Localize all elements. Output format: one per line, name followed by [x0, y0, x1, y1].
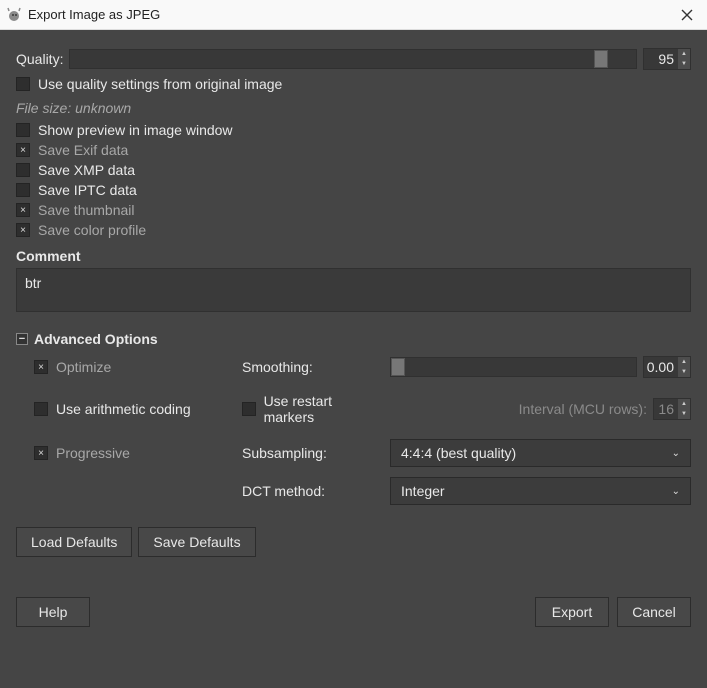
- chevron-down-icon: ⌄: [672, 486, 680, 497]
- smoothing-value[interactable]: 0.00: [644, 357, 678, 377]
- checkbox-icon[interactable]: [16, 183, 30, 197]
- check-optimize[interactable]: × Optimize: [34, 359, 234, 375]
- checkbox-icon[interactable]: [16, 123, 30, 137]
- check-label: Progressive: [56, 445, 130, 461]
- check-save-exif[interactable]: × Save Exif data: [16, 142, 691, 158]
- window-title: Export Image as JPEG: [28, 7, 675, 22]
- dropdown-value: 4:4:4 (best quality): [401, 445, 516, 461]
- help-button[interactable]: Help: [16, 597, 90, 627]
- load-defaults-button[interactable]: Load Defaults: [16, 527, 132, 557]
- checkbox-icon[interactable]: [16, 163, 30, 177]
- check-label: Save IPTC data: [38, 182, 137, 198]
- export-button[interactable]: Export: [535, 597, 609, 627]
- save-defaults-button[interactable]: Save Defaults: [138, 527, 255, 557]
- slider-thumb[interactable]: [391, 358, 405, 376]
- quality-row: Quality: 95 ▲ ▼: [16, 48, 691, 70]
- quality-label: Quality:: [16, 51, 63, 67]
- spin-up-icon: ▲: [678, 399, 690, 409]
- check-label: Show preview in image window: [38, 122, 233, 138]
- checkbox-icon[interactable]: ×: [34, 360, 48, 374]
- check-progressive[interactable]: × Progressive: [34, 445, 234, 461]
- check-save-color-profile[interactable]: × Save color profile: [16, 222, 691, 238]
- slider-thumb[interactable]: [594, 50, 608, 68]
- checkbox-icon[interactable]: [242, 402, 256, 416]
- spin-down-icon[interactable]: ▼: [678, 367, 690, 377]
- collapse-icon[interactable]: −: [16, 333, 28, 345]
- comment-textarea[interactable]: [16, 268, 691, 312]
- checkbox-icon[interactable]: ×: [16, 143, 30, 157]
- checkbox-icon[interactable]: ×: [16, 203, 30, 217]
- check-save-iptc[interactable]: Save IPTC data: [16, 182, 691, 198]
- checkbox-icon[interactable]: ×: [34, 446, 48, 460]
- subsampling-label: Subsampling:: [242, 445, 382, 461]
- dct-label: DCT method:: [242, 483, 382, 499]
- quality-value[interactable]: 95: [644, 49, 678, 69]
- checkbox-icon[interactable]: [34, 402, 48, 416]
- check-label: Save color profile: [38, 222, 146, 238]
- spin-down-icon: ▼: [678, 409, 690, 419]
- spin-up-icon[interactable]: ▲: [678, 357, 690, 367]
- interval-spin: 16 ▲ ▼: [653, 398, 691, 420]
- cancel-button[interactable]: Cancel: [617, 597, 691, 627]
- check-save-xmp[interactable]: Save XMP data: [16, 162, 691, 178]
- checkbox-icon[interactable]: ×: [16, 223, 30, 237]
- subsampling-dropdown[interactable]: 4:4:4 (best quality) ⌄: [390, 439, 691, 467]
- smoothing-label: Smoothing:: [242, 359, 382, 375]
- check-preview[interactable]: Show preview in image window: [16, 122, 691, 138]
- check-label: Use quality settings from original image: [38, 76, 282, 92]
- check-label: Use restart markers: [264, 393, 382, 425]
- check-label: Optimize: [56, 359, 111, 375]
- advanced-toggle[interactable]: − Advanced Options: [16, 331, 691, 347]
- spin-up-icon[interactable]: ▲: [678, 49, 690, 59]
- quality-slider[interactable]: [69, 49, 637, 69]
- interval-label: Interval (MCU rows):: [519, 401, 647, 417]
- check-label: Use arithmetic coding: [56, 401, 191, 417]
- smoothing-slider[interactable]: [390, 357, 637, 377]
- check-label: Save XMP data: [38, 162, 135, 178]
- dropdown-value: Integer: [401, 483, 445, 499]
- interval-value: 16: [654, 399, 678, 419]
- titlebar: Export Image as JPEG: [0, 0, 707, 30]
- check-restart-markers[interactable]: Use restart markers: [242, 393, 382, 425]
- check-save-thumbnail[interactable]: × Save thumbnail: [16, 202, 691, 218]
- app-icon: [6, 7, 22, 23]
- check-arithmetic[interactable]: Use arithmetic coding: [34, 401, 234, 417]
- spin-down-icon[interactable]: ▼: [678, 59, 690, 69]
- check-use-original[interactable]: Use quality settings from original image: [16, 76, 691, 92]
- close-button[interactable]: [675, 3, 699, 27]
- check-label: Save thumbnail: [38, 202, 135, 218]
- dct-dropdown[interactable]: Integer ⌄: [390, 477, 691, 505]
- checkbox-icon[interactable]: [16, 77, 30, 91]
- comment-heading: Comment: [16, 248, 691, 264]
- file-size-text: File size: unknown: [16, 100, 691, 116]
- advanced-heading: Advanced Options: [34, 331, 158, 347]
- smoothing-spin[interactable]: 0.00 ▲ ▼: [643, 356, 691, 378]
- chevron-down-icon: ⌄: [672, 448, 680, 459]
- check-label: Save Exif data: [38, 142, 128, 158]
- quality-spin[interactable]: 95 ▲ ▼: [643, 48, 691, 70]
